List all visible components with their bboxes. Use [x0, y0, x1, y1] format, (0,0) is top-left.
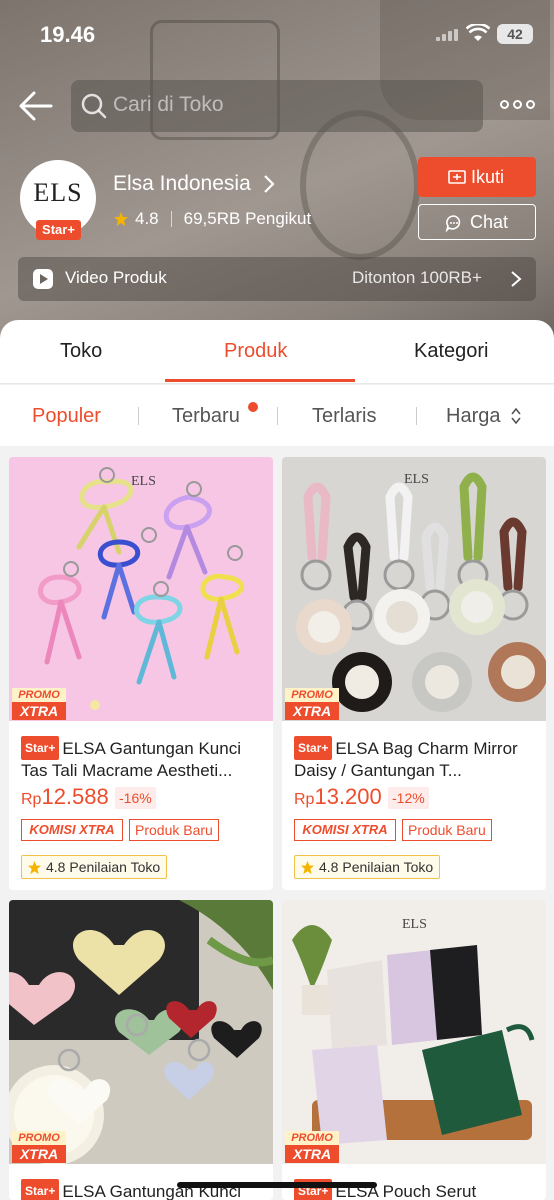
new-product-tag: Produk Baru: [129, 819, 219, 841]
promo-label: PROMO: [285, 1131, 339, 1145]
image-logo-text: ELS: [402, 917, 427, 932]
active-tab-indicator: [165, 379, 355, 382]
search-input[interactable]: Cari di Toko: [71, 80, 483, 132]
komisi-xtra-badge: KOMISI XTRA: [294, 819, 396, 841]
chevron-right-icon: [511, 271, 522, 287]
shop-stats: 4.8 69,5RB Pengikut: [113, 207, 311, 231]
xtra-label: XTRA: [12, 1145, 66, 1163]
sort-arrows-icon[interactable]: [510, 407, 522, 425]
price-value: 13.200: [314, 784, 382, 809]
product-title[interactable]: Star+ ELSA Gantungan Kunci Tas Tali Macra…: [21, 736, 265, 780]
divider: [416, 407, 417, 425]
battery-icon: 42: [497, 24, 533, 44]
svg-text:ELS: ELS: [131, 474, 156, 489]
komisi-xtra-badge: KOMISI XTRA: [21, 819, 123, 841]
shop-header: 19.46 42 Cari di Toko ELS Star+ Elsa Ind…: [0, 0, 554, 340]
price-currency: Rp: [21, 791, 42, 808]
sort-populer[interactable]: Populer: [32, 405, 101, 428]
product-image[interactable]: ELS PROMO XTRA: [282, 457, 546, 721]
product-photo-heart-keychains: [9, 900, 273, 1164]
video-product-bar[interactable]: Video Produk Ditonton 100RB+: [18, 257, 536, 301]
price-currency: Rp: [294, 791, 315, 808]
promo-xtra-badge: PROMO XTRA: [285, 688, 339, 720]
promo-xtra-badge: PROMO XTRA: [12, 688, 66, 720]
divider: [138, 407, 139, 425]
chat-label: Chat: [470, 212, 509, 232]
star-icon: [27, 860, 42, 875]
shop-rating-tag: 4.8 Penilaian Toko: [21, 855, 168, 879]
status-bar: 19.46 42: [0, 0, 554, 66]
sort-terbaru[interactable]: Terbaru: [172, 405, 240, 428]
shop-name[interactable]: Elsa Indonesia: [113, 172, 251, 196]
chat-bubble-icon: [445, 215, 461, 232]
product-photo-pouches: ELS: [282, 900, 546, 1164]
header-background-decoration: [300, 110, 420, 260]
xtra-label: XTRA: [12, 702, 66, 720]
shop-rating: 4.8: [135, 209, 159, 228]
divider: [170, 211, 172, 227]
follow-store-icon: [448, 170, 466, 184]
divider: [277, 407, 278, 425]
follower-count: 69,5RB Pengikut: [183, 209, 312, 228]
product-price: Rp13.200: [294, 784, 382, 810]
star-plus-badge: Star+: [36, 220, 81, 240]
xtra-label: XTRA: [285, 702, 339, 720]
promo-label: PROMO: [12, 688, 66, 702]
shop-tabs: Toko Produk Kategori: [0, 320, 554, 384]
product-card[interactable]: ELS PROMO XTRA Star+ ELSA Pouch Serut: [282, 900, 546, 1200]
star-icon: [300, 860, 315, 875]
search-icon: [81, 93, 107, 119]
follow-label: Ikuti: [471, 167, 505, 187]
sort-terlaris[interactable]: Terlaris: [312, 405, 376, 428]
discount-badge: -12%: [388, 787, 429, 809]
new-product-tag: Produk Baru: [402, 819, 492, 841]
shop-rating-text: 4.8 Penilaian Toko: [319, 859, 434, 875]
svg-text:ELS: ELS: [404, 472, 429, 487]
tab-produk[interactable]: Produk: [224, 340, 287, 363]
tab-toko[interactable]: Toko: [60, 340, 102, 363]
product-image[interactable]: ELS PROMO XTRA: [282, 900, 546, 1164]
status-time: 19.46: [40, 22, 96, 47]
sort-harga[interactable]: Harga: [446, 405, 500, 428]
price-value: 12.588: [41, 784, 109, 809]
shop-rating-text: 4.8 Penilaian Toko: [46, 859, 161, 875]
shop-rating-tag: 4.8 Penilaian Toko: [294, 855, 441, 879]
product-photo-macrame-keychains: ELS: [9, 457, 273, 721]
back-arrow-icon[interactable]: [18, 88, 54, 124]
product-card[interactable]: PROMO XTRA Star+ ELSA Gantungan Kunci: [9, 900, 273, 1200]
discount-badge: -16%: [115, 787, 156, 809]
product-card[interactable]: ELS PROMO: [9, 457, 273, 890]
follow-button[interactable]: Ikuti: [418, 157, 536, 197]
star-plus-badge: Star+: [294, 736, 333, 760]
wifi-icon: [466, 24, 490, 41]
promo-xtra-badge: PROMO XTRA: [12, 1131, 66, 1163]
tab-kategori[interactable]: Kategori: [414, 340, 489, 363]
shop-logo-text: ELS: [33, 178, 83, 207]
cellular-signal-icon: [436, 29, 460, 41]
promo-label: PROMO: [285, 688, 339, 702]
search-placeholder: Cari di Toko: [113, 93, 224, 116]
more-options-icon[interactable]: [500, 98, 536, 112]
promo-xtra-badge: PROMO XTRA: [285, 1131, 339, 1163]
video-label: Video Produk: [65, 268, 167, 287]
product-image[interactable]: PROMO XTRA: [9, 900, 273, 1164]
home-indicator: [177, 1182, 377, 1188]
chevron-right-icon[interactable]: [262, 173, 276, 195]
new-indicator-dot: [248, 402, 258, 412]
star-plus-badge: Star+: [21, 736, 60, 760]
chat-button[interactable]: Chat: [418, 204, 536, 240]
product-title[interactable]: Star+ ELSA Bag Charm Mirror Daisy / Gantu…: [294, 736, 538, 780]
star-icon: [114, 212, 128, 226]
video-icon: [33, 269, 53, 289]
video-views: Ditonton 100RB+: [352, 268, 482, 287]
shop-logo[interactable]: ELS Star+: [20, 160, 96, 240]
product-image[interactable]: ELS PROMO XTRA: [9, 457, 273, 721]
promo-label: PROMO: [12, 1131, 66, 1145]
product-price: Rp12.588: [21, 784, 109, 810]
product-card[interactable]: ELS PROMO: [282, 457, 546, 890]
sort-bar: Populer Terbaru Terlaris Harga: [0, 385, 554, 446]
star-plus-badge: Star+: [21, 1179, 60, 1200]
xtra-label: XTRA: [285, 1145, 339, 1163]
product-photo-mirror-charms: ELS: [282, 457, 546, 721]
